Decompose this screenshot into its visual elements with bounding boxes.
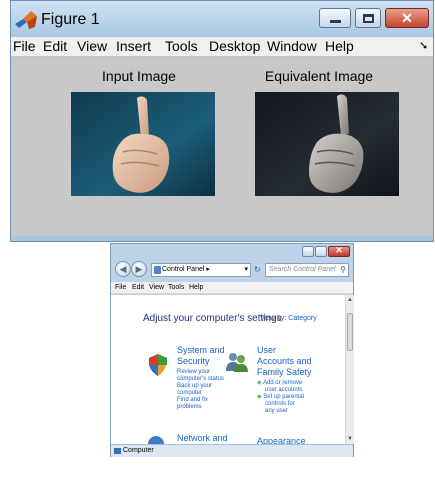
category-network[interactable]: Network and bbox=[177, 433, 228, 444]
cp-minimize-button[interactable]: – bbox=[302, 245, 314, 257]
cp-menu-edit[interactable]: Edit bbox=[132, 282, 144, 294]
menu-tools[interactable]: Tools bbox=[165, 38, 198, 54]
users-icon[interactable] bbox=[225, 351, 249, 373]
menu-help[interactable]: Help bbox=[325, 38, 354, 54]
cp-menu-help[interactable]: Help bbox=[189, 282, 203, 294]
chevron-down-icon[interactable]: ▾ bbox=[244, 264, 248, 276]
link-add-remove-2[interactable]: user accounts bbox=[257, 387, 304, 394]
equivalent-image bbox=[255, 92, 399, 196]
category-title-line: System and bbox=[177, 345, 225, 355]
search-placeholder: Search Control Panel bbox=[269, 266, 336, 273]
link-text: Set up parental bbox=[263, 394, 304, 400]
figure-title: Figure 1 bbox=[41, 11, 100, 28]
refresh-icon[interactable]: ↻ bbox=[254, 263, 263, 277]
cp-scrollbar[interactable]: ▲ ▼ bbox=[345, 295, 354, 444]
matlab-logo-icon bbox=[15, 11, 37, 29]
control-panel-icon bbox=[154, 266, 161, 274]
category-user-links: ◈ Add or remove user accounts ◈ Set up p… bbox=[257, 380, 304, 415]
address-text: Control Panel bbox=[162, 266, 205, 273]
shield-small-icon: ◈ bbox=[257, 394, 262, 400]
back-arrow-icon: ◀ bbox=[119, 264, 127, 274]
link-back-up[interactable]: Back up your bbox=[177, 383, 224, 390]
maximize-button[interactable] bbox=[355, 8, 381, 28]
link-review-status-2[interactable]: computer's status bbox=[177, 376, 224, 383]
scroll-down-icon[interactable]: ▼ bbox=[347, 436, 353, 442]
shield-icon[interactable] bbox=[147, 353, 169, 377]
close-icon: ✕ bbox=[401, 10, 413, 26]
dock-arrow-icon[interactable]: ➘ bbox=[419, 39, 428, 52]
forward-button[interactable]: ▶ bbox=[131, 261, 147, 277]
link-parental[interactable]: ◈ Set up parental bbox=[257, 394, 304, 401]
minimize-button[interactable] bbox=[319, 8, 351, 28]
menu-insert[interactable]: Insert bbox=[116, 38, 151, 54]
menu-desktop[interactable]: Desktop bbox=[209, 38, 260, 54]
link-add-remove[interactable]: ◈ Add or remove bbox=[257, 380, 304, 387]
view-by-dropdown[interactable]: Category bbox=[288, 315, 316, 322]
category-system-links: Review your computer's status Back up yo… bbox=[177, 369, 224, 411]
figure-menu-bar: File Edit View Insert Tools Desktop Wind… bbox=[11, 37, 433, 57]
view-by: View by: Category bbox=[260, 315, 317, 322]
minimize-icon bbox=[330, 20, 341, 23]
figure-canvas: Input Image Equivalent Image bbox=[11, 58, 433, 236]
category-title-line: Security bbox=[177, 356, 210, 366]
input-image-title: Input Image bbox=[102, 68, 176, 84]
address-bar[interactable]: Control Panel ▸ ▾ bbox=[151, 263, 251, 277]
status-text: Computer bbox=[123, 447, 154, 454]
menu-window[interactable]: Window bbox=[267, 38, 317, 54]
category-title-line: Family Safety bbox=[257, 367, 312, 377]
link-back-up-2[interactable]: computer bbox=[177, 390, 224, 397]
cp-status-bar: Computer bbox=[111, 444, 353, 457]
cp-menu-file[interactable]: File bbox=[115, 282, 126, 294]
figure-title-bar[interactable]: Figure 1 ✕ bbox=[11, 1, 433, 37]
close-icon: ✕ bbox=[335, 245, 343, 255]
shield-small-icon: ◈ bbox=[257, 380, 262, 386]
menu-edit[interactable]: Edit bbox=[43, 38, 67, 54]
control-panel-window: – □ ✕ ◀ ▶ Control Panel ▸ ▾ ↻ Search Con… bbox=[110, 243, 354, 457]
view-by-label: View by: bbox=[260, 315, 287, 322]
category-title-line: User bbox=[257, 345, 277, 355]
menu-file[interactable]: File bbox=[13, 38, 36, 54]
category-appearance[interactable]: Appearance bbox=[257, 436, 306, 444]
category-title-line: Accounts and bbox=[257, 356, 312, 366]
menu-view[interactable]: View bbox=[77, 38, 107, 54]
cp-nav-bar: ◀ ▶ Control Panel ▸ ▾ ↻ Search Control P… bbox=[111, 260, 353, 280]
search-input[interactable]: Search Control Panel ⚲ bbox=[265, 263, 349, 277]
close-button[interactable]: ✕ bbox=[385, 8, 429, 28]
cp-menu-view[interactable]: View bbox=[149, 282, 164, 294]
figure-window: Figure 1 ✕ File Edit View Insert Tools D… bbox=[10, 0, 434, 242]
cp-menu-bar: File Edit View Tools Help bbox=[111, 282, 353, 294]
link-find-fix[interactable]: Find and fix bbox=[177, 397, 224, 404]
link-parental-3[interactable]: any user bbox=[257, 408, 304, 415]
cp-maximize-button[interactable]: □ bbox=[315, 245, 327, 257]
network-icon[interactable] bbox=[147, 435, 165, 444]
category-user-accounts[interactable]: User Accounts and Family Safety bbox=[257, 345, 312, 378]
cp-content: Adjust your computer's settings View by:… bbox=[111, 295, 345, 444]
scroll-up-icon[interactable]: ▲ bbox=[347, 297, 353, 303]
link-find-fix-2[interactable]: problems bbox=[177, 404, 224, 411]
cp-close-button[interactable]: ✕ bbox=[328, 245, 350, 257]
minimize-icon: – bbox=[305, 245, 311, 255]
link-parental-2[interactable]: controls for bbox=[257, 401, 304, 408]
category-system-security[interactable]: System and Security bbox=[177, 345, 225, 367]
search-icon[interactable]: ⚲ bbox=[340, 264, 346, 276]
cp-menu-tools[interactable]: Tools bbox=[168, 282, 184, 294]
link-text: Add or remove bbox=[262, 380, 303, 386]
back-button[interactable]: ◀ bbox=[115, 261, 131, 277]
maximize-icon: □ bbox=[318, 245, 324, 255]
maximize-icon bbox=[363, 14, 374, 23]
link-review-status[interactable]: Review your bbox=[177, 369, 224, 376]
equivalent-image-title: Equivalent Image bbox=[264, 68, 374, 84]
scroll-thumb[interactable] bbox=[347, 313, 353, 351]
forward-arrow-icon: ▶ bbox=[135, 264, 143, 274]
computer-icon bbox=[114, 448, 121, 454]
input-image bbox=[71, 92, 215, 196]
